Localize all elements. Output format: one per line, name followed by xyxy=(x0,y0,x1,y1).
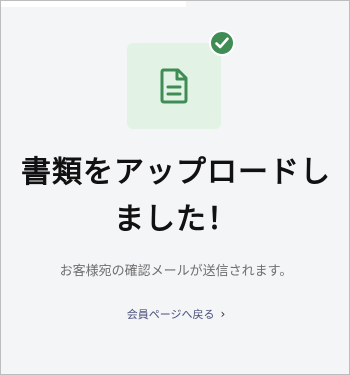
check-badge-icon xyxy=(209,30,235,56)
confirmation-message: お客様宛の確認メールが送信されます。 xyxy=(59,264,293,279)
confirmation-page: 書類をアップロードし ました！ お客様宛の確認メールが送信されます。 会員ページ… xyxy=(0,0,350,375)
chevron-right-icon: › xyxy=(220,307,226,321)
title-line-2: ました！ xyxy=(114,202,238,237)
top-strip xyxy=(1,1,186,7)
title-line-1: 書類をアップロードし xyxy=(21,155,331,190)
document-icon xyxy=(160,68,188,104)
back-link-label: 会員ページへ戻る xyxy=(126,308,215,321)
page-title: 書類をアップロードし ました！ xyxy=(11,149,341,243)
back-to-member-page-link[interactable]: 会員ページへ戻る › xyxy=(111,306,241,322)
